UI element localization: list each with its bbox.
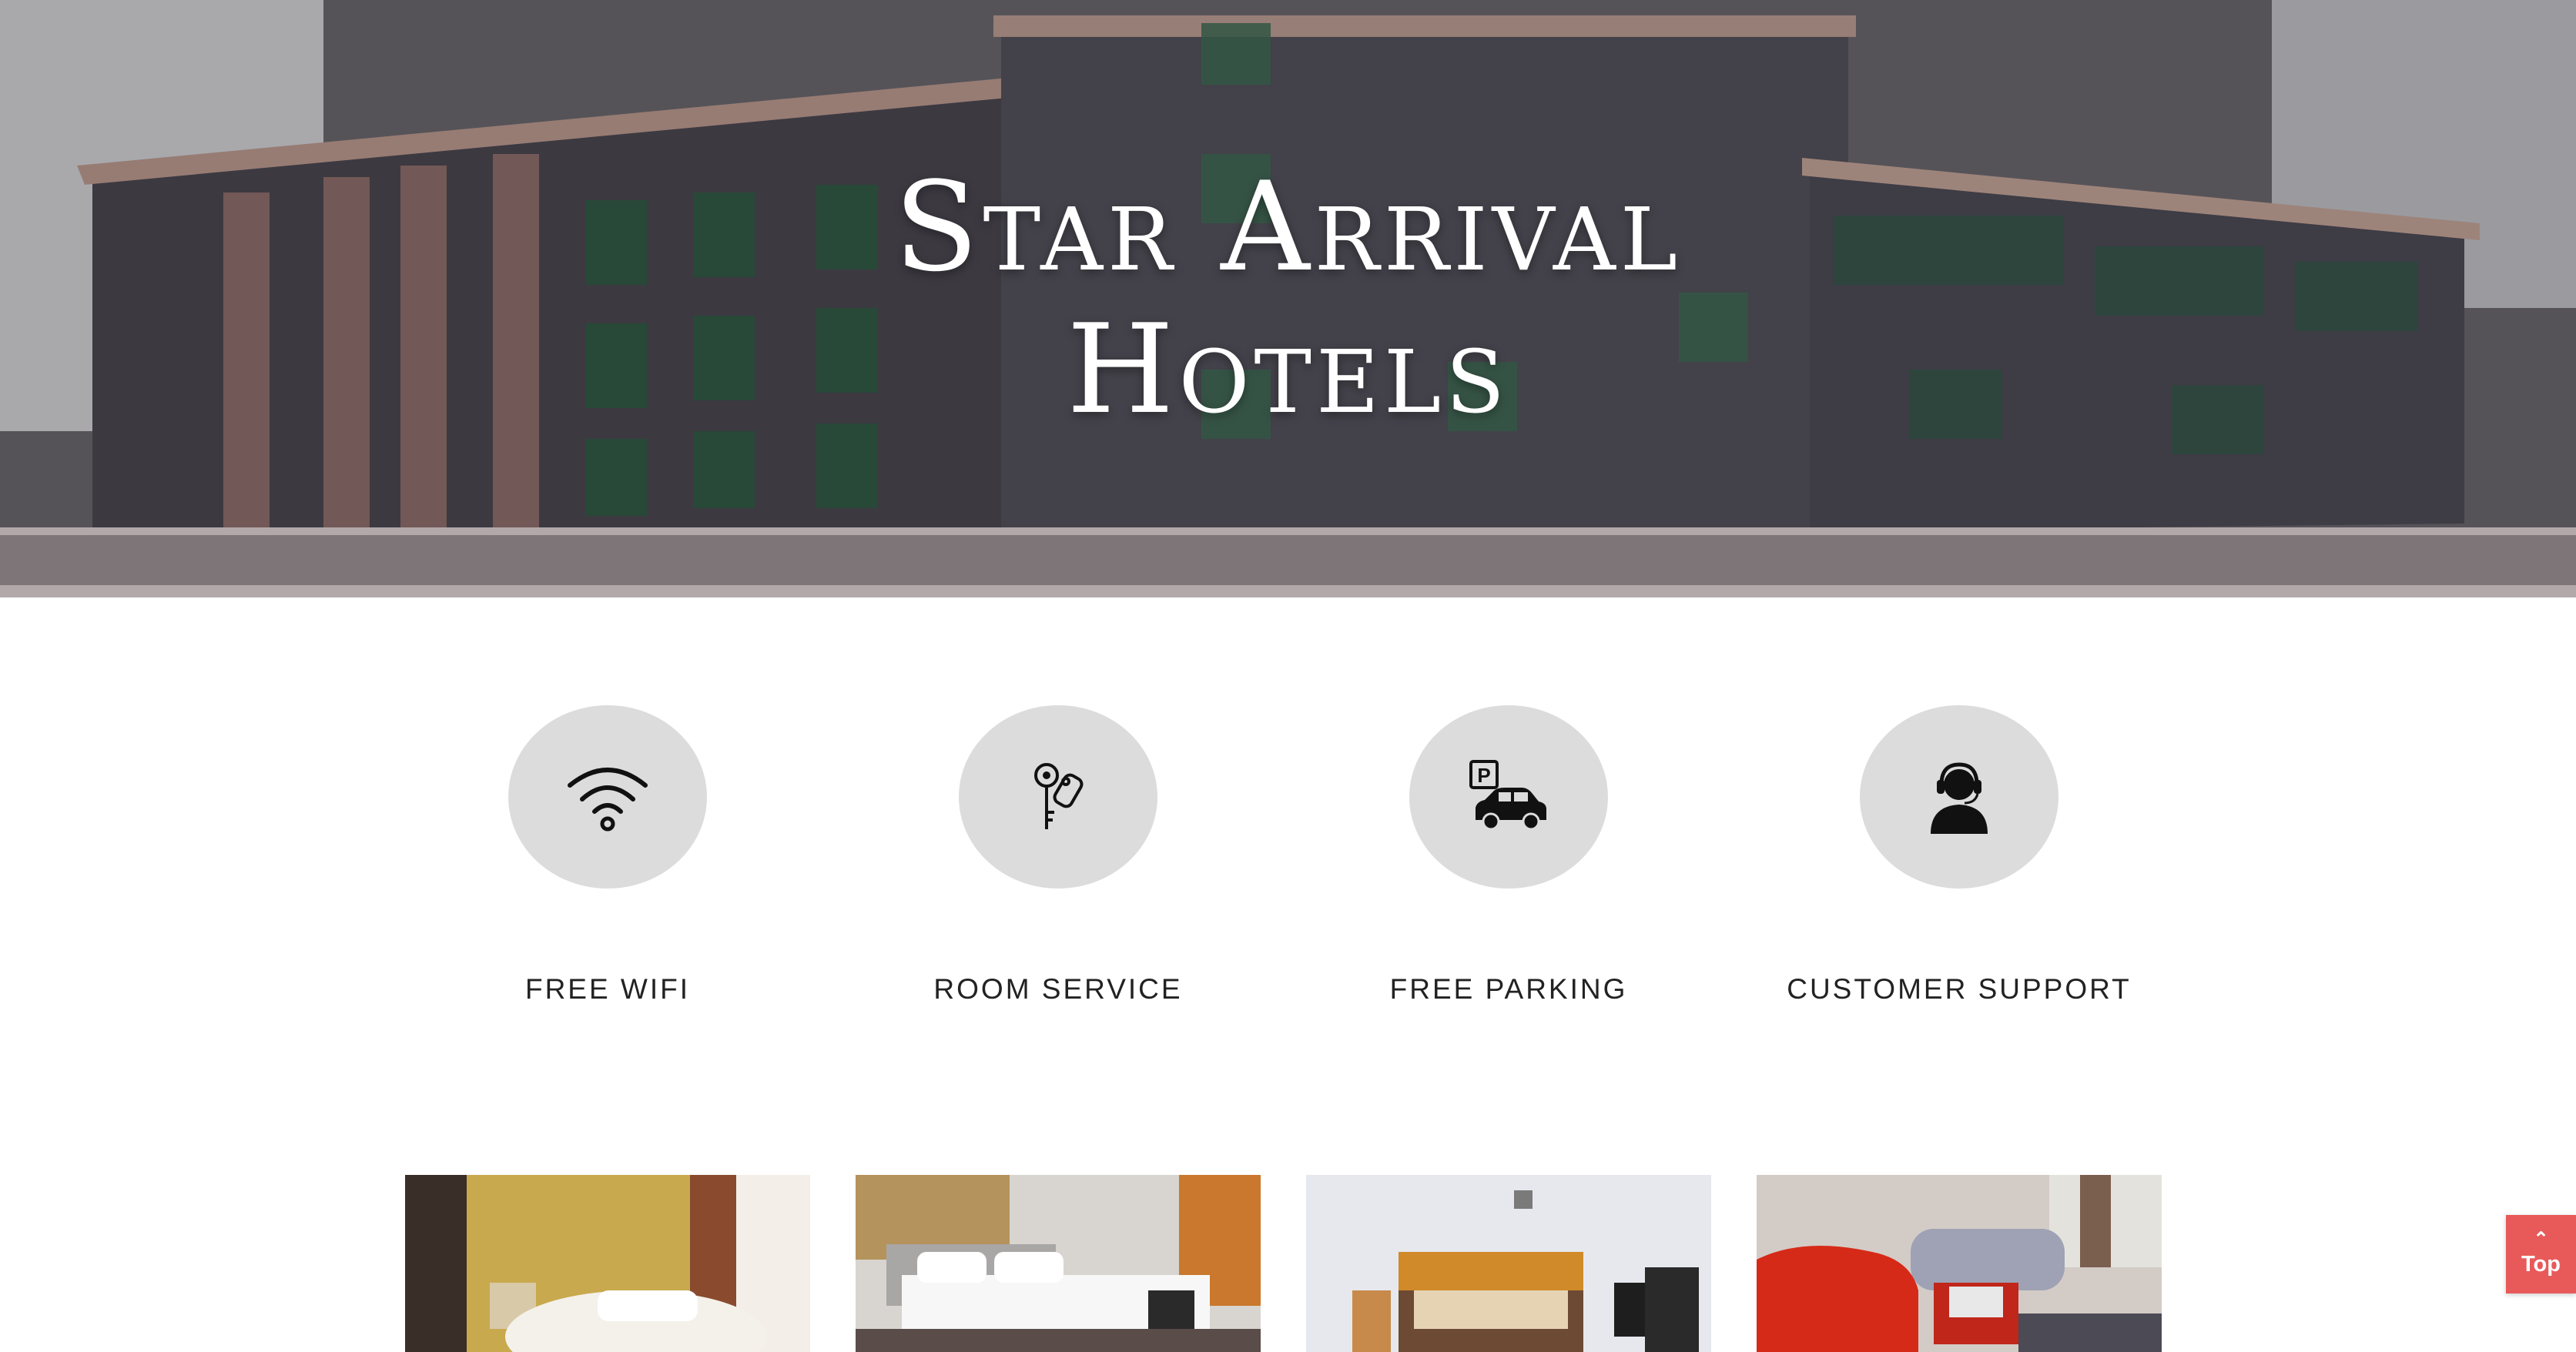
feature-icon-circle xyxy=(1860,705,2058,889)
feature-room-service: ROOM SERVICE xyxy=(827,705,1289,1006)
feature-label: FREE WIFI xyxy=(524,973,691,1005)
chevron-up-icon: ⌃ xyxy=(2533,1228,2549,1250)
keys-icon xyxy=(1034,763,1084,829)
feature-icon-circle: P xyxy=(1409,705,1608,889)
feature-icon-circle xyxy=(508,705,707,889)
parking-car-icon: P xyxy=(1469,760,1546,831)
feature-label: ROOM SERVICE xyxy=(933,973,1183,1005)
back-to-top-button[interactable]: ⌃ Top xyxy=(2506,1215,2576,1293)
feature-label: FREE PARKING xyxy=(1389,973,1628,1005)
hotel-name-line-1: Star Arrival xyxy=(893,155,1683,300)
room-photo-3[interactable] xyxy=(1306,1175,1711,1352)
lounge-photo[interactable] xyxy=(1757,1175,2162,1352)
feature-free-wifi: FREE WIFI xyxy=(377,705,839,1006)
hero-banner: Star Arrival Hotels xyxy=(0,0,2576,597)
feature-label: CUSTOMER SUPPORT xyxy=(1787,973,2132,1005)
room-gallery xyxy=(0,1175,2576,1352)
feature-customer-support: CUSTOMER SUPPORT xyxy=(1728,705,2190,1006)
feature-free-parking: P FREE PARKING xyxy=(1278,705,1740,1006)
wifi-icon xyxy=(568,768,648,832)
svg-text:P: P xyxy=(1477,764,1490,787)
room-photo-1[interactable] xyxy=(405,1175,810,1352)
headset-agent-icon xyxy=(1931,762,1988,834)
hotel-name-line-2: Hotels xyxy=(1067,297,1509,442)
feature-icon-circle xyxy=(959,705,1157,889)
back-to-top-label: Top xyxy=(2521,1251,2561,1277)
room-photo-2[interactable] xyxy=(856,1175,1261,1352)
hotel-name-heading: Star Arrival Hotels xyxy=(0,156,2576,440)
amenities-section: FREE WIFI ROOM SERVICE P FREE PARKING CU… xyxy=(0,597,2576,1136)
